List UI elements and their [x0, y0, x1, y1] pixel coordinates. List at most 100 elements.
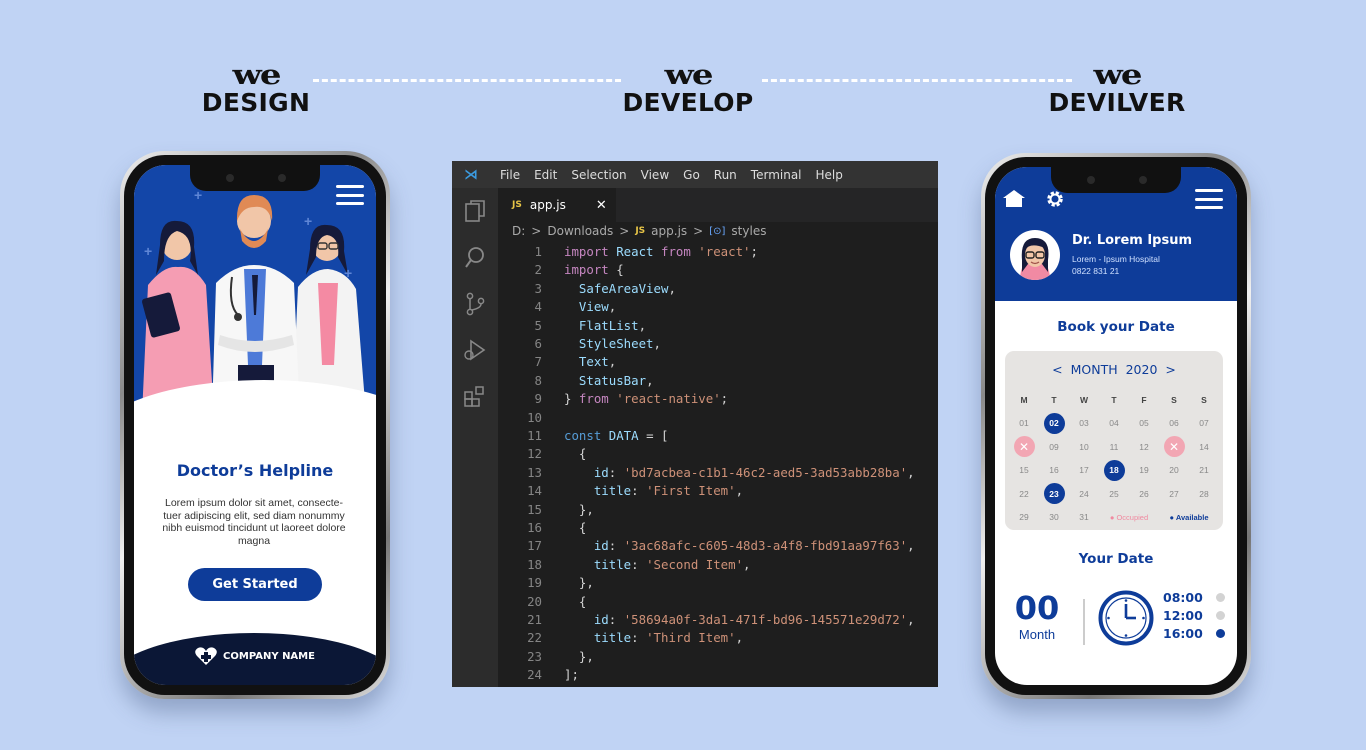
time-slot-indicator[interactable] — [1216, 610, 1225, 620]
doctor-name: Dr. Lorem Ipsum — [1072, 233, 1193, 248]
year-label: 2020 — [1125, 362, 1158, 377]
calendar-day[interactable]: 20 — [1159, 459, 1189, 483]
tab-app-js[interactable]: JS app.js ✕ — [498, 188, 616, 222]
time-slot[interactable]: 08:00 — [1163, 588, 1225, 606]
calendar-day[interactable]: 07 — [1189, 412, 1219, 436]
code-token: , — [735, 483, 744, 499]
code-token: , — [638, 317, 647, 333]
code-line[interactable]: } from 'react-native'; — [564, 391, 728, 406]
code-line[interactable]: SafeAreaView, — [564, 281, 676, 296]
calendar-day[interactable]: 04 — [1099, 412, 1129, 436]
time-slot-indicator[interactable] — [1216, 628, 1225, 638]
code-line[interactable]: { — [564, 446, 586, 461]
code-line[interactable]: }, — [564, 502, 594, 517]
code-line[interactable]: { — [564, 594, 586, 609]
line-number: 13 — [527, 464, 542, 480]
get-started-button[interactable]: Get Started — [188, 568, 322, 601]
calendar-day-available[interactable]: 23 — [1039, 482, 1069, 506]
line-number: 21 — [527, 612, 542, 627]
code-line[interactable]: StyleSheet, — [564, 336, 661, 351]
menu-go[interactable]: Go — [683, 168, 700, 182]
code-line[interactable]: title: 'Third Item', — [564, 630, 743, 645]
code-line[interactable]: StatusBar, — [564, 373, 654, 388]
calendar-day[interactable]: 22 — [1009, 482, 1039, 506]
calendar-day-occupied[interactable]: ✕ — [1009, 435, 1039, 459]
line-number: 4 — [534, 299, 542, 315]
time-slot-indicator[interactable] — [1216, 592, 1225, 602]
calendar-day[interactable]: 24 — [1069, 482, 1099, 506]
breadcrumb-drive[interactable]: D: — [512, 224, 525, 238]
calendar-day[interactable]: 16 — [1039, 459, 1069, 483]
time-slot[interactable]: 12:00 — [1163, 606, 1225, 624]
calendar-day-occupied[interactable]: ✕ — [1159, 435, 1189, 459]
menu-view[interactable]: View — [641, 168, 669, 182]
code-line[interactable]: id: '58694a0f-3da1-471f-bd96-145571e29d7… — [564, 612, 915, 627]
code-line[interactable]: View, — [564, 299, 616, 314]
calendar-day[interactable]: 17 — [1069, 459, 1099, 483]
menu-selection[interactable]: Selection — [571, 168, 626, 182]
calendar-day-available[interactable]: 02 — [1039, 412, 1069, 436]
calendar-day[interactable]: 19 — [1129, 459, 1159, 483]
menu-file[interactable]: File — [500, 168, 520, 182]
breadcrumb-folder[interactable]: Downloads — [547, 224, 613, 238]
code-line[interactable]: id: 'bd7acbea-c1b1-46c2-aed5-3ad53abb28b… — [564, 465, 915, 480]
code-line[interactable]: id: '3ac68afc-c605-48d3-a4f8-fbd91aa97f6… — [564, 538, 915, 553]
calendar-day[interactable]: 31 — [1069, 506, 1099, 530]
calendar-day[interactable]: 21 — [1189, 459, 1219, 483]
code-line[interactable]: }, — [564, 649, 594, 664]
code-token: = [ — [646, 428, 669, 443]
explorer-icon[interactable] — [452, 196, 498, 226]
prev-month-button[interactable]: < — [1052, 362, 1062, 377]
code-token: StyleSheet — [564, 336, 654, 351]
menu-help[interactable]: Help — [816, 168, 843, 182]
calendar-day[interactable]: 27 — [1159, 482, 1189, 506]
calendar-day[interactable]: 06 — [1159, 412, 1189, 436]
weekday-header: T — [1111, 394, 1117, 405]
menu-terminal[interactable]: Terminal — [751, 168, 802, 182]
code-token: }, — [564, 648, 594, 664]
breadcrumb-symbol[interactable]: styles — [731, 224, 766, 238]
calendar-day[interactable]: 09 — [1039, 435, 1069, 459]
code-line[interactable]: FlatList, — [564, 318, 646, 333]
menu-run[interactable]: Run — [714, 168, 737, 182]
calendar-day[interactable]: 01 — [1009, 412, 1039, 436]
js-file-icon: JS — [635, 226, 646, 236]
calendar-day[interactable]: 03 — [1069, 412, 1099, 436]
code-token: FlatList — [564, 317, 639, 333]
code-line[interactable]: title: 'First Item', — [564, 483, 743, 498]
calendar-day[interactable]: 12 — [1129, 435, 1159, 459]
calendar-day[interactable]: 10 — [1069, 435, 1099, 459]
calendar-day[interactable]: 29 — [1009, 506, 1039, 530]
calendar-day[interactable]: 05 — [1129, 412, 1159, 436]
code-line[interactable]: }, — [564, 575, 594, 590]
run-debug-icon[interactable] — [452, 335, 498, 365]
code-line[interactable]: title: 'Second Item', — [564, 557, 751, 572]
code-line[interactable]: const DATA = [ — [564, 428, 668, 443]
code-line[interactable]: { — [564, 520, 586, 535]
calendar-day-available[interactable]: 18 — [1099, 459, 1129, 483]
calendar-day[interactable]: 30 — [1039, 506, 1069, 530]
code-line[interactable]: import { — [564, 262, 624, 277]
next-month-button[interactable]: > — [1165, 362, 1175, 377]
hamburger-menu-icon[interactable] — [1195, 189, 1223, 209]
source-control-icon[interactable] — [452, 289, 498, 319]
close-tab-icon[interactable]: ✕ — [596, 198, 607, 213]
home-icon[interactable] — [1002, 189, 1026, 209]
time-slot[interactable]: 16:00 — [1163, 624, 1225, 642]
code-line[interactable]: import React from 'react'; — [564, 244, 765, 259]
code-line[interactable]: ]; — [564, 667, 579, 682]
menu-edit[interactable]: Edit — [534, 168, 557, 182]
calendar-day[interactable]: 11 — [1099, 435, 1129, 459]
calendar-day[interactable]: 15 — [1009, 459, 1039, 483]
calendar-day[interactable]: 14 — [1189, 435, 1219, 459]
calendar-day[interactable]: 26 — [1129, 482, 1159, 506]
code-line[interactable]: Text, — [564, 354, 616, 369]
search-icon[interactable] — [452, 243, 498, 273]
line-number: 22 — [527, 630, 542, 646]
hamburger-menu-icon[interactable] — [336, 185, 364, 205]
extensions-icon[interactable] — [452, 381, 498, 411]
calendar-day[interactable]: 25 — [1099, 482, 1129, 506]
calendar-day[interactable]: 28 — [1189, 482, 1219, 506]
breadcrumb-file[interactable]: app.js — [651, 224, 687, 238]
weekday-header: T — [1051, 394, 1057, 405]
